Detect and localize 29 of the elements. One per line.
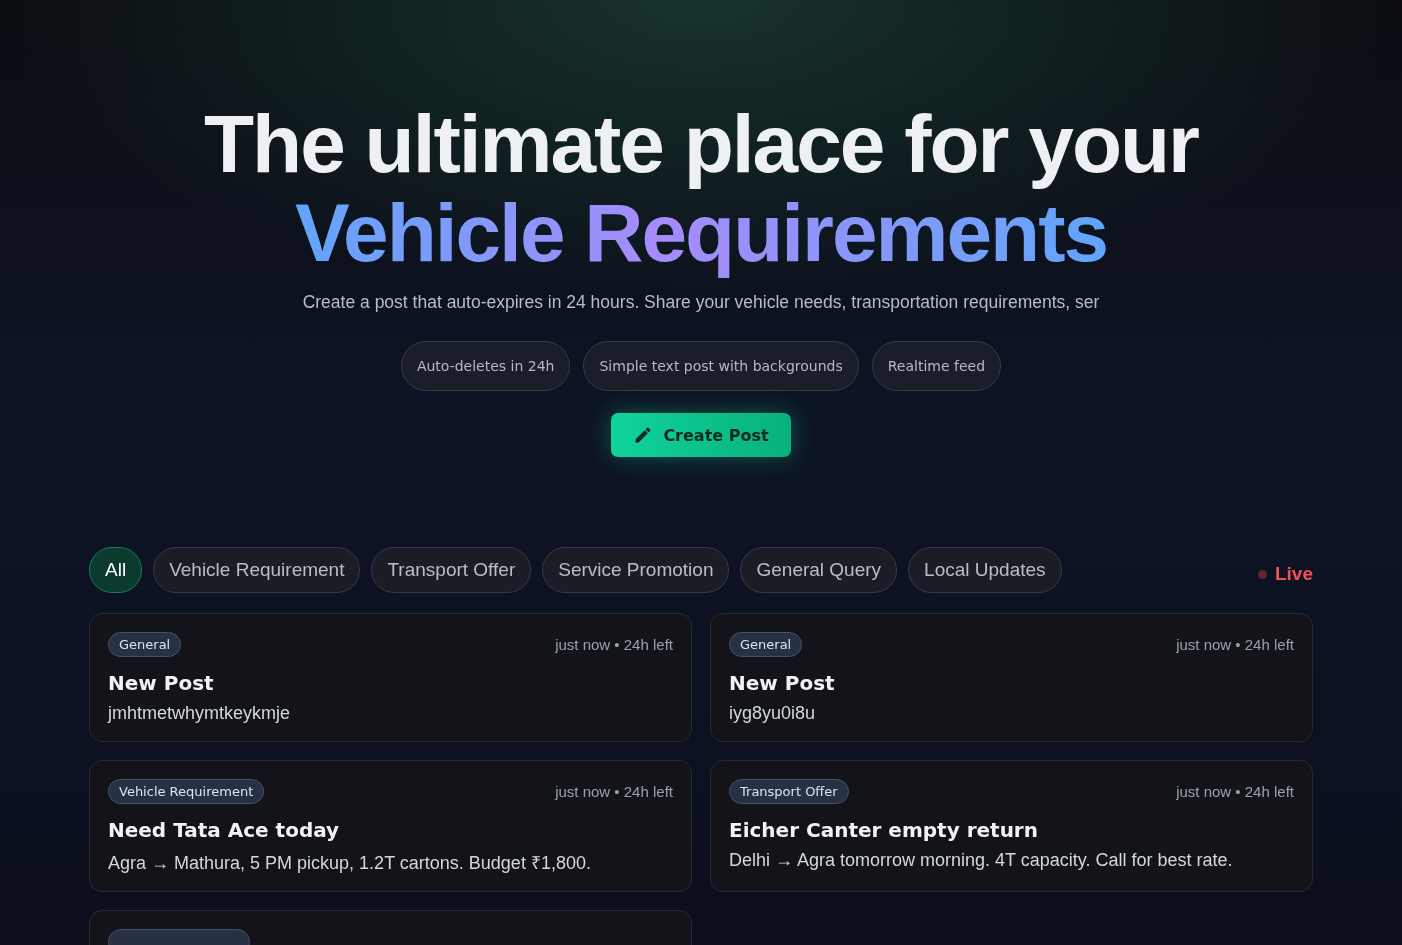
category-tag: Transport Offer bbox=[729, 779, 849, 804]
post-body: Agra → Mathura, 5 PM pickup, 1.2T cartons. Budget ₹1,800. bbox=[108, 852, 592, 874]
create-post-button[interactable]: Create Post bbox=[611, 413, 791, 457]
feature-pill: Simple text post with backgrounds bbox=[583, 341, 859, 391]
post-body: Delhi → Agra tomorrow morning. 4T capacity. Call for best rate. bbox=[729, 850, 1234, 871]
post-title: Need Tata Ace today bbox=[108, 818, 341, 842]
category-tag: General bbox=[729, 632, 803, 657]
post-body: jmhtmetwhymtkeykmje bbox=[108, 703, 292, 724]
post-title: New Post bbox=[108, 671, 215, 695]
filter-tab[interactable]: Transport Offer bbox=[371, 547, 532, 593]
post-time: just now • 24h left bbox=[555, 636, 673, 653]
post-time: just now • 24h left bbox=[1176, 783, 1294, 800]
post-body: iyg8yu0i8u bbox=[729, 703, 817, 724]
hero-subtitle: Create a post that auto-expires in 24 hours. Share your vehicle needs, transportation requirements, ser bbox=[302, 292, 1100, 313]
post-title: New Post bbox=[729, 671, 836, 695]
post-time: just now • 24h left bbox=[555, 783, 673, 800]
hero-title: The ultimate place for your bbox=[204, 100, 1198, 188]
post-title: Eicher Canter empty return bbox=[729, 818, 1039, 842]
filter-tab[interactable]: Service Promotion bbox=[542, 547, 730, 593]
post-time: just now • 24h left bbox=[1176, 636, 1294, 653]
category-tag: Vehicle Requirement bbox=[108, 779, 265, 804]
feature-pill: Realtime feed bbox=[871, 341, 1002, 391]
filter-tab[interactable]: Vehicle Requirement bbox=[153, 547, 361, 593]
feature-pill: Auto-deletes in 24h bbox=[400, 341, 571, 391]
filter-tab[interactable]: Local Updates bbox=[908, 547, 1062, 593]
filter-tab[interactable]: All bbox=[89, 547, 143, 593]
filter-tab[interactable]: General Query bbox=[740, 547, 898, 593]
live-label: Live bbox=[1274, 563, 1313, 585]
category-tag: General bbox=[108, 632, 182, 657]
